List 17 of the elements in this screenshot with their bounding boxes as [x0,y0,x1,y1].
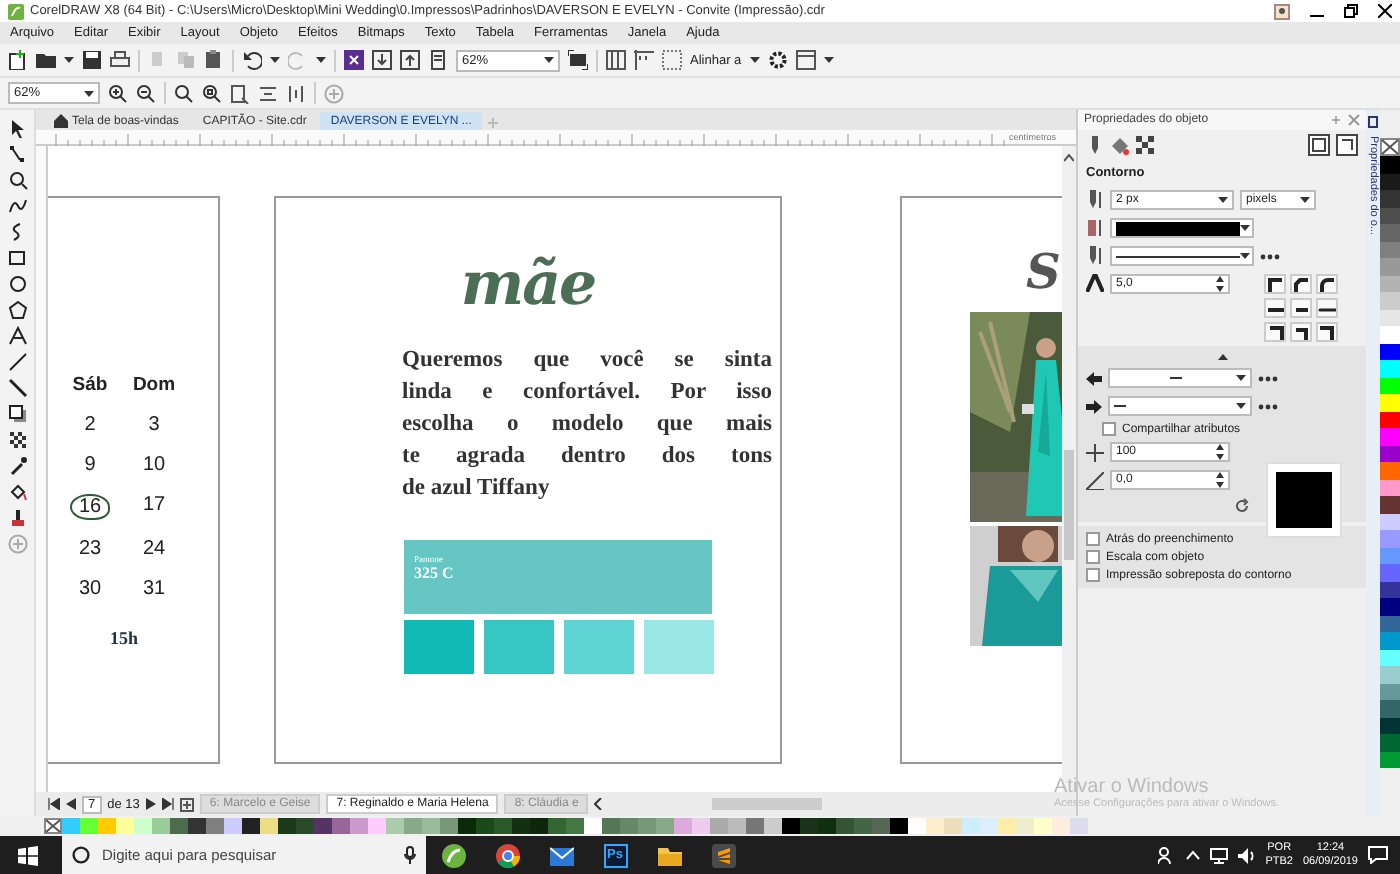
table-cell-text: 31 [140,578,168,600]
table-cell-text: 9 [82,454,98,476]
table-cell-text: 23 [76,538,104,560]
table-header: Dom [132,374,176,396]
page-title: mãe [458,250,598,320]
page-title: S [1026,242,1062,300]
swatch-code: 325 C [414,564,454,582]
table-cell-text: 30 [76,578,104,600]
table-cell-text: 10 [140,454,168,476]
table-cell-text: 3 [146,414,162,436]
table-cell-text: 17 [140,494,168,520]
description-text: Queremos que você se sinta linda e confortável. Por isso escolha o modelo que mais te agrada dentro dos tons de azul Tiffany [402,346,772,504]
table-cell: 16 [70,494,110,520]
table-cell-text: 2 [82,414,98,436]
event-time: 15h [110,628,141,648]
table-cell-text: 24 [140,538,168,560]
table-header: Sáb [72,374,108,396]
